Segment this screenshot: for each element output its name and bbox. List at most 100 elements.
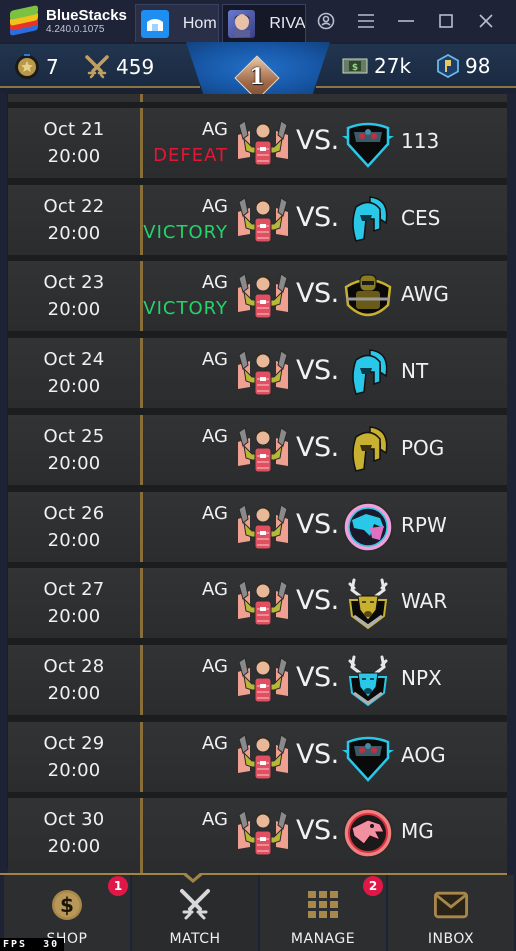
vs-label: VS. (296, 585, 339, 617)
home-team-name: AG (202, 579, 228, 601)
home-team: AG (202, 347, 228, 373)
match-datetime: Oct 22 20:00 (8, 185, 140, 255)
home-team-name: AG (202, 732, 228, 754)
close-icon[interactable] (466, 3, 506, 39)
nav-manage[interactable]: MANAGE 2 (260, 875, 386, 951)
vs-label: VS. (296, 508, 339, 540)
match-row[interactable]: Oct 28 20:00 AG VS. NPX (8, 644, 507, 715)
envelope-icon (434, 888, 468, 922)
game-avatar-icon (227, 9, 256, 38)
home-team: AG (202, 501, 228, 527)
opponent-logo-icon[interactable] (340, 346, 396, 400)
match-time: 20:00 (47, 682, 101, 704)
home-team-logo-icon (236, 194, 290, 246)
crossed-swords-icon (85, 55, 109, 79)
match-datetime: Oct 29 20:00 (8, 722, 140, 792)
match-row[interactable]: Oct 21 20:00 AG DEFEAT VS. 113 (8, 108, 507, 178)
account-icon[interactable] (306, 3, 346, 39)
match-datetime: Oct 27 20:00 (8, 568, 140, 638)
opponent-name: 113 (401, 129, 440, 153)
tokens-stat[interactable]: 98 (437, 54, 490, 78)
opponent-logo-icon[interactable] (340, 500, 396, 554)
opponent-name: NT (401, 359, 429, 384)
cash-icon: $ (342, 58, 368, 74)
home-team: AG DEFEAT (153, 117, 228, 169)
home-team: AG (202, 807, 228, 833)
match-row[interactable]: Oct 22 20:00 AG VICTORY VS. CES (8, 184, 507, 255)
opponent-name: RPW (401, 512, 447, 537)
match-time: 20:00 (47, 529, 101, 551)
opponent-logo-icon[interactable] (340, 423, 396, 477)
match-row[interactable]: Oct 24 20:00 AG VS. NT (8, 338, 507, 409)
row-divider (140, 721, 143, 792)
match-time: 20:00 (47, 146, 101, 167)
home-team-logo-icon (236, 117, 290, 169)
nav-inbox[interactable]: INBOX (388, 875, 514, 951)
match-row[interactable]: Oct 27 20:00 AG VS. WAR (8, 568, 507, 639)
match-date: Oct 26 (43, 502, 105, 524)
match-datetime: Oct 25 20:00 (8, 415, 140, 485)
nav-label: INBOX (427, 931, 475, 947)
match-time: 20:00 (47, 759, 101, 781)
swords-stat[interactable]: 459 (84, 54, 154, 80)
fps-counter: FPS 30 (0, 938, 64, 951)
opponent-logo-icon[interactable] (340, 653, 396, 707)
match-date: Oct 29 (43, 732, 105, 754)
vs-label: VS. (296, 661, 339, 693)
home-team: AG VICTORY (143, 270, 228, 322)
match-date: Oct 28 (43, 655, 105, 677)
opponent-name: AWG (401, 282, 449, 307)
match-row[interactable]: Oct 25 20:00 AG VS. POG (8, 414, 507, 485)
match-date: Oct 30 (43, 809, 105, 831)
dollar-coin-icon: $ (50, 888, 84, 922)
hex-token-icon (437, 54, 459, 78)
opponent-logo-icon[interactable] (340, 576, 396, 630)
opponent-logo-icon[interactable] (340, 806, 396, 860)
medal-stat[interactable]: 7 (14, 54, 59, 80)
home-team-logo-icon (236, 577, 290, 629)
home-team-logo-icon (236, 731, 290, 783)
opponent-logo-icon[interactable] (340, 269, 396, 323)
match-row[interactable]: Oct 30 20:00 AG VS. MG (8, 798, 507, 867)
tokens-count: 98 (465, 54, 491, 78)
home-team-logo-icon (236, 347, 290, 399)
tab-home[interactable]: Hom (134, 4, 219, 42)
match-time: 20:00 (47, 376, 101, 398)
match-time: 20:00 (47, 222, 101, 244)
nav-match[interactable]: MATCH (132, 875, 258, 951)
opponent-logo-icon[interactable] (340, 193, 396, 247)
match-schedule-list[interactable]: Oct 21 20:00 AG DEFEAT VS. 113 Oct 22 20:00 AG VI… (0, 94, 516, 867)
match-row[interactable]: Oct 29 20:00 AG VS. AOG (8, 721, 507, 792)
swords-count: 459 (116, 55, 155, 79)
bottom-navigation: $ SHOP 1 MATCH MANAGE 2 INBOX (0, 867, 516, 951)
match-row[interactable]: Oct 23 20:00 AG VICTORY VS. AWG (8, 261, 507, 332)
match-date: Oct 27 (43, 579, 105, 601)
notification-badge: 1 (108, 876, 128, 896)
home-icon (140, 9, 169, 38)
menu-icon[interactable] (346, 3, 386, 39)
tab-riva[interactable]: RIVA (221, 4, 306, 42)
home-team-name: AG (202, 425, 228, 447)
home-team-name: AG (202, 272, 228, 294)
home-team-logo-icon (236, 654, 290, 706)
match-date: Oct 23 (43, 272, 105, 294)
match-row[interactable]: Oct 26 20:00 AG VS. RPW (8, 491, 507, 562)
match-time: 20:00 (47, 836, 101, 858)
opponent-logo-icon[interactable] (340, 116, 396, 170)
svg-text:$: $ (60, 893, 74, 917)
cash-stat[interactable]: $ 27k (342, 54, 411, 78)
match-datetime: Oct 30 20:00 (8, 798, 140, 867)
row-divider (140, 798, 143, 867)
home-team-logo-icon (236, 807, 290, 859)
tab-label: Hom (182, 14, 217, 32)
tab-label: RIVA (269, 14, 305, 32)
opponent-logo-icon[interactable] (340, 730, 396, 784)
opponent-name: WAR (401, 589, 448, 614)
opponent-name: POG (401, 435, 445, 460)
home-team: AG VICTORY (143, 194, 228, 246)
medal-count: 7 (46, 55, 59, 79)
match-date: Oct 24 (43, 349, 105, 371)
maximize-icon[interactable] (426, 3, 466, 39)
minimize-icon[interactable] (386, 3, 426, 39)
row-divider (140, 108, 143, 178)
